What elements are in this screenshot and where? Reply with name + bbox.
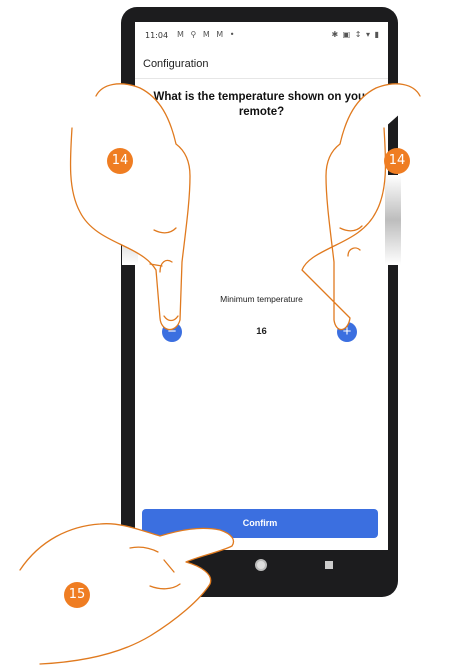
hand-illustrations bbox=[19, 83, 421, 665]
step-badge: 14 bbox=[107, 148, 133, 174]
step-badge: 15 bbox=[64, 582, 90, 608]
right-hand-outline bbox=[301, 83, 421, 331]
bottom-hand-outline bbox=[19, 523, 235, 665]
left-hand-outline bbox=[69, 83, 191, 331]
step-badge: 14 bbox=[384, 148, 410, 174]
